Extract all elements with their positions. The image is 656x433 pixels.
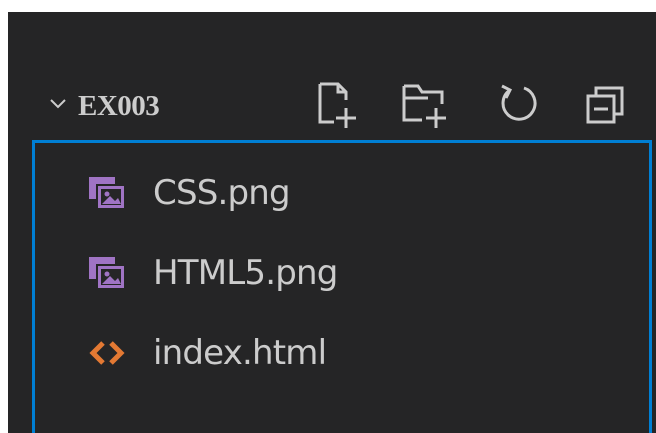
html-file-icon: [87, 333, 127, 373]
tree-item-html5-png[interactable]: HTML5.png: [35, 233, 649, 313]
image-file-icon: [87, 253, 127, 293]
explorer-section-header[interactable]: EX003: [8, 72, 656, 144]
tree-item-label: CSS.png: [153, 173, 291, 213]
explorer-panel: EX003 CSS.png HTML5.png index.html: [8, 12, 656, 433]
collapse-all-button[interactable]: [580, 78, 636, 134]
new-folder-button[interactable]: [398, 78, 454, 134]
tree-item-css-png[interactable]: CSS.png: [35, 153, 649, 233]
collapse-all-icon: [586, 86, 624, 124]
refresh-button[interactable]: [490, 78, 546, 134]
new-folder-icon: [402, 84, 446, 128]
chevron-down-icon[interactable]: [48, 94, 68, 114]
tree-item-label: index.html: [153, 333, 327, 373]
top-strip: [0, 0, 656, 12]
new-file-button[interactable]: [310, 78, 366, 134]
file-tree: CSS.png HTML5.png index.html: [32, 140, 652, 433]
image-file-icon: [87, 173, 127, 213]
tree-item-index-html[interactable]: index.html: [35, 313, 649, 393]
refresh-icon: [501, 84, 537, 121]
new-file-icon: [318, 82, 356, 128]
tree-item-label: HTML5.png: [153, 253, 338, 293]
section-title: EX003: [78, 90, 160, 122]
